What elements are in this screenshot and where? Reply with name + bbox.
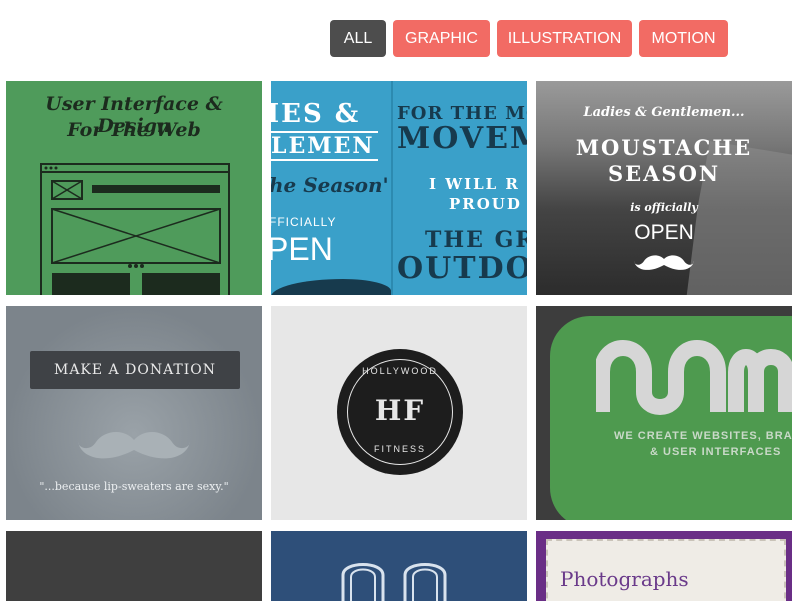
poster-text: SEASON (607, 161, 721, 186)
portfolio-item-donation[interactable]: MAKE A DONATION "...because lip-sweaters… (6, 306, 262, 520)
poster-text: MOUSTACHE (575, 135, 753, 160)
agency-tagline-line2: & USER INTERFACES (650, 446, 782, 458)
portfolio-item-blue[interactable] (271, 531, 527, 601)
poster-text: FFICIALLY (271, 215, 337, 229)
tile-title-line2: For The Web (67, 119, 201, 141)
filter-graphic-button[interactable]: GRAPHIC (393, 20, 490, 57)
badge-bottom-text: FITNESS (373, 444, 426, 454)
letter-art (341, 563, 447, 601)
filter-all-button[interactable]: ALL (330, 20, 386, 57)
poster-text: he Season' (271, 173, 389, 197)
poster-text: MOVEM (397, 121, 527, 156)
filter-bar: ALL GRAPHIC ILLUSTRATION MOTION (330, 20, 728, 57)
portfolio-item-creative-agency[interactable]: WE CREATE WEBSITES, BRAN & USER INTERFAC… (536, 306, 792, 520)
moustache-icon (78, 431, 190, 459)
moustache-icon (634, 255, 694, 270)
poster-text: PROUD (449, 195, 522, 213)
poster-text: LEMEN (271, 131, 379, 161)
portfolio-item-ui-design[interactable]: User Interface & Design For The Web (6, 81, 262, 295)
portfolio-item-typography-poster[interactable]: IES & LEMEN he Season' FFICIALLY PEN FOR… (271, 81, 527, 295)
filter-motion-button[interactable]: MOTION (639, 20, 728, 57)
portfolio-item-dark[interactable] (6, 531, 262, 601)
poster-text: THE GR (425, 227, 527, 253)
portfolio-item-moustache-season[interactable]: Ladies & Gentlemen... MOUSTACHE SEASON i… (536, 81, 792, 295)
poster-text: IES & (271, 99, 361, 129)
wireframe-illustration (40, 163, 230, 295)
poster-text: I WILL R (429, 175, 520, 193)
make-donation-button[interactable]: MAKE A DONATION (30, 351, 240, 389)
portfolio-item-hollywood-fitness[interactable]: HOLLYWOOD HF FITNESS (271, 306, 527, 520)
donation-quote: "...because lip-sweaters are sexy." (39, 480, 229, 493)
poster-text: PEN (271, 231, 333, 267)
poster-text: OUTDO (397, 251, 527, 286)
badge-top-text: HOLLYWOOD (362, 366, 438, 376)
portfolio-item-photographs[interactable]: Photographs (536, 531, 792, 601)
photographs-title: Photographs (560, 567, 689, 591)
agency-tagline-line1: WE CREATE WEBSITES, BRAN (614, 430, 792, 442)
filter-illustration-button[interactable]: ILLUSTRATION (497, 20, 632, 57)
badge-monogram: HF (374, 394, 426, 427)
poster-text: is officially (630, 201, 698, 214)
poster-text: Ladies & Gentlemen... (583, 105, 745, 120)
poster-text: OPEN (634, 221, 694, 244)
logo-wave (596, 340, 792, 415)
